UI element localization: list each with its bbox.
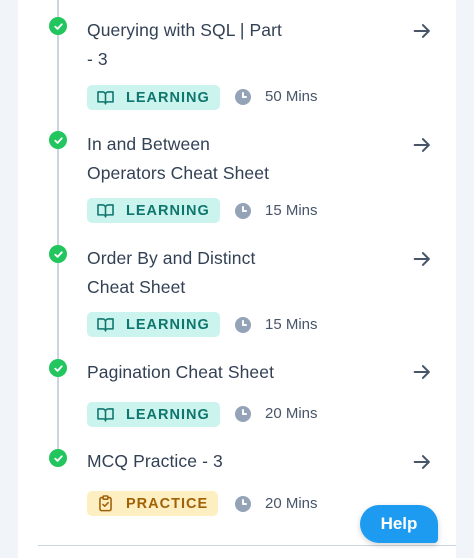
badge-label: LEARNING <box>126 406 210 423</box>
completed-check-icon <box>49 449 67 467</box>
divider <box>38 545 456 546</box>
duration-text: 15 Mins <box>265 202 318 219</box>
clock-icon <box>235 203 251 219</box>
badge-label: LEARNING <box>126 89 210 106</box>
clock-icon <box>235 496 251 512</box>
clock-icon <box>235 406 251 422</box>
completed-check-icon <box>49 131 67 149</box>
book-open-icon <box>96 201 115 220</box>
completed-check-icon <box>49 245 67 263</box>
timeline-line <box>57 0 59 462</box>
duration-text: 50 Mins <box>265 88 318 105</box>
clock-icon <box>235 317 251 333</box>
badge-label: LEARNING <box>126 202 210 219</box>
book-open-icon <box>96 315 115 334</box>
help-button[interactable]: Help <box>360 505 438 543</box>
arrow-right-icon[interactable] <box>410 247 434 271</box>
duration-text: 20 Mins <box>265 405 318 422</box>
learning-badge: LEARNING <box>87 85 220 110</box>
arrow-right-icon[interactable] <box>410 133 434 157</box>
item-title[interactable]: Pagination Cheat Sheet <box>87 358 317 387</box>
clock-icon <box>235 89 251 105</box>
duration-text: 15 Mins <box>265 316 318 333</box>
badge-label: PRACTICE <box>126 495 209 512</box>
completed-check-icon <box>49 359 67 377</box>
item-title[interactable]: MCQ Practice - 3 <box>87 447 317 476</box>
completed-check-icon <box>49 17 67 35</box>
arrow-right-icon[interactable] <box>410 360 434 384</box>
item-title[interactable]: Order By and Distinct Cheat Sheet <box>87 244 317 302</box>
learning-badge: LEARNING <box>87 312 220 337</box>
arrow-right-icon[interactable] <box>410 19 434 43</box>
learning-badge: LEARNING <box>87 198 220 223</box>
duration-text: 20 Mins <box>265 495 318 512</box>
badge-label: LEARNING <box>126 316 210 333</box>
arrow-right-icon[interactable] <box>410 450 434 474</box>
book-open-icon <box>96 405 115 424</box>
learning-badge: LEARNING <box>87 402 220 427</box>
item-title[interactable]: Querying with SQL | Part - 3 <box>87 16 317 74</box>
clipboard-check-icon <box>96 494 115 513</box>
book-open-icon <box>96 88 115 107</box>
practice-badge: PRACTICE <box>87 491 219 516</box>
item-title[interactable]: In and Between Operators Cheat Sheet <box>87 130 317 188</box>
